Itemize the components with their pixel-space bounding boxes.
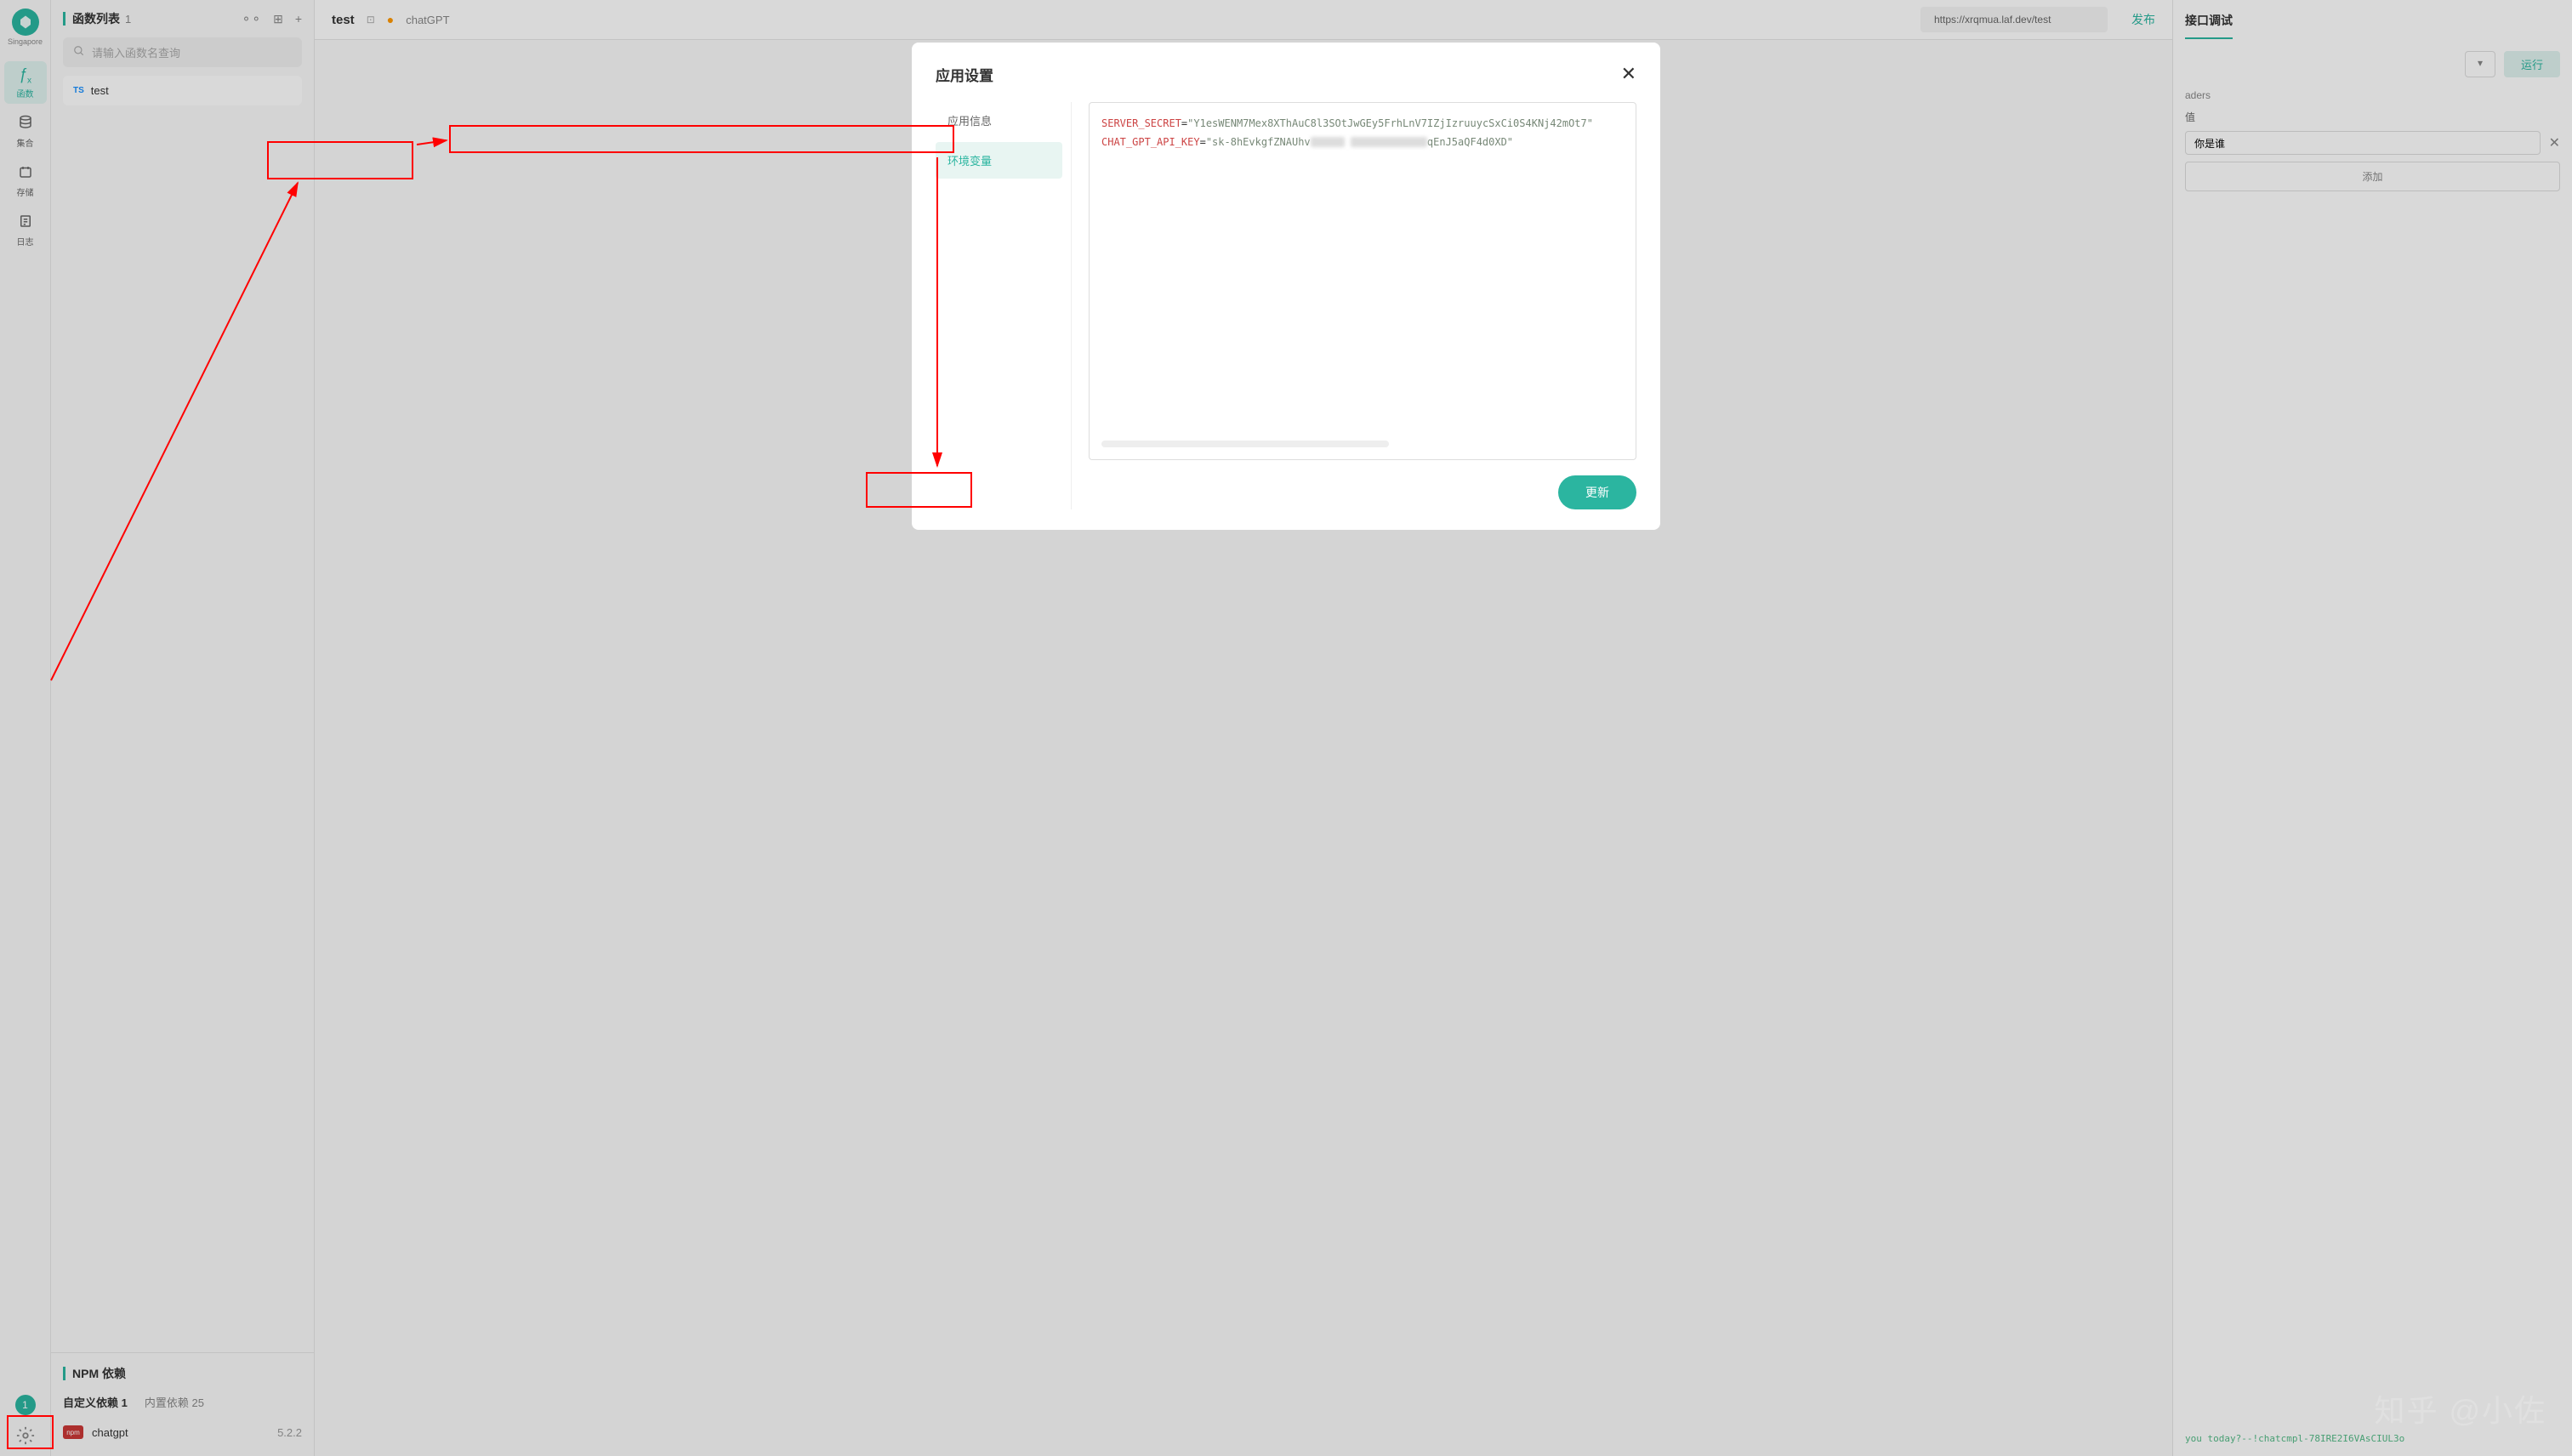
horizontal-scrollbar[interactable]: [1101, 441, 1389, 447]
modal-nav-env[interactable]: 环境变量: [936, 142, 1062, 179]
modal-title: 应用设置: [936, 64, 993, 85]
settings-modal: 应用设置 ✕ 应用信息 环境变量 SERVER_SECRET="Y1esWENM…: [912, 43, 1660, 530]
modal-nav-appinfo[interactable]: 应用信息: [936, 102, 1062, 139]
env-editor[interactable]: SERVER_SECRET="Y1esWENM7Mex8XThAuC8l3SOt…: [1089, 102, 1636, 460]
modal-overlay: 应用设置 ✕ 应用信息 环境变量 SERVER_SECRET="Y1esWENM…: [0, 0, 2572, 1456]
modal-nav: 应用信息 环境变量: [936, 102, 1072, 509]
watermark: 知乎 @小佐: [2374, 1386, 2546, 1430]
update-button[interactable]: 更新: [1558, 475, 1636, 509]
modal-close-icon[interactable]: ✕: [1621, 63, 1636, 85]
